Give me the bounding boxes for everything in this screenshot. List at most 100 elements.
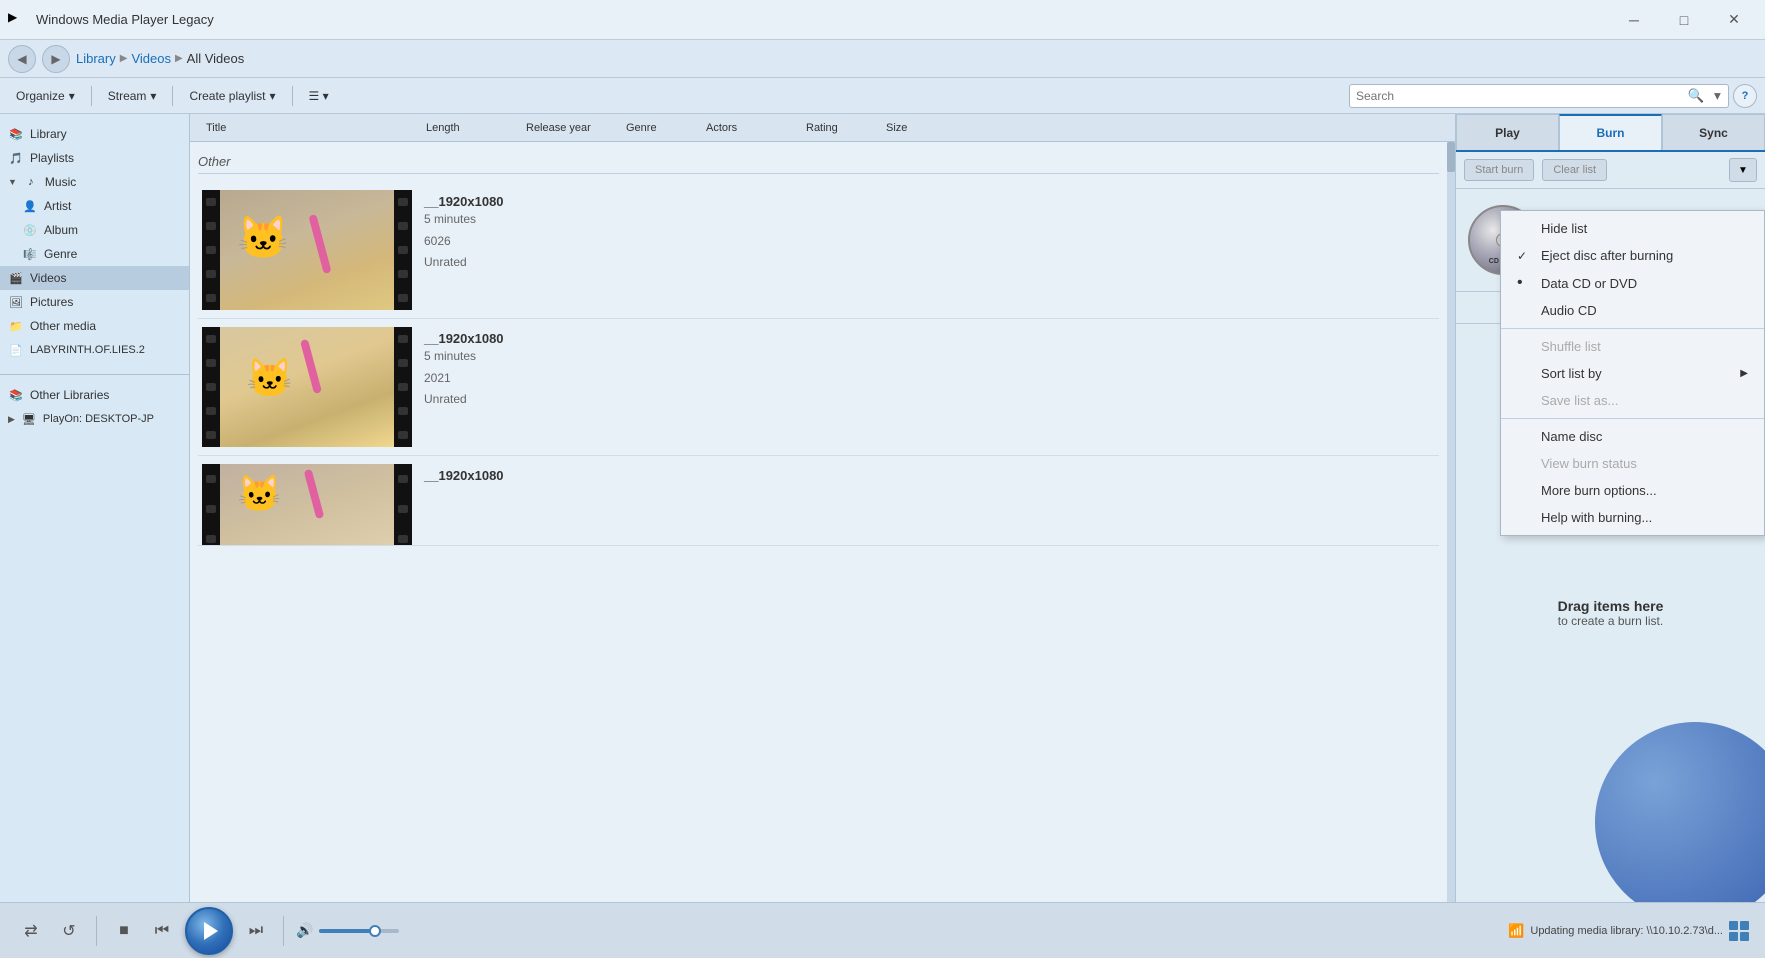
create-playlist-label: Create playlist (189, 89, 265, 103)
sidebar-item-other-media[interactable]: 📁 Other media (0, 314, 189, 338)
menu-item-sort[interactable]: Sort list by ▶ (1501, 360, 1764, 387)
organize-button[interactable]: Organize ▾ (8, 85, 83, 107)
grid-view-icon[interactable] (1729, 921, 1749, 941)
menu-item-hide-list[interactable]: Hide list (1501, 215, 1764, 242)
sidebar-item-artist[interactable]: 👤 Artist (0, 194, 189, 218)
back-button[interactable]: ◀ (8, 45, 36, 73)
start-burn-button[interactable]: Start burn (1464, 159, 1534, 181)
breadcrumb-sep-1: ▶ (120, 53, 128, 64)
title-bar-left: ▶ Windows Media Player Legacy (8, 10, 214, 30)
menu-item-name-disc[interactable]: Name disc (1501, 423, 1764, 450)
sidebar-item-music[interactable]: ▼ ♪ Music (0, 170, 189, 194)
view-options-button[interactable]: ☰ ▾ (301, 85, 337, 107)
menu-item-eject[interactable]: ✓ Eject disc after burning (1501, 242, 1764, 269)
menu-label-burn-status: View burn status (1541, 456, 1637, 471)
minimize-button[interactable]: ─ (1611, 4, 1657, 36)
menu-item-help-burning[interactable]: Help with burning... (1501, 504, 1764, 531)
help-button[interactable]: ? (1733, 84, 1757, 108)
col-header-title[interactable]: Title (198, 122, 418, 134)
col-header-genre[interactable]: Genre (618, 122, 698, 134)
sidebar-item-labyrinth[interactable]: 📄 LABYRINTH.OF.LIES.2 (0, 338, 189, 362)
sidebar-item-playon[interactable]: ▶ 🖥 PlayOn: DESKTOP-JP (0, 407, 189, 431)
menu-item-more-options[interactable]: More burn options... (1501, 477, 1764, 504)
film-strip-left-1 (202, 190, 220, 310)
menu-separator-2 (1501, 418, 1764, 419)
video-rating-1: Unrated (424, 252, 1435, 274)
grid-cell-4 (1740, 932, 1749, 941)
volume-knob[interactable] (369, 925, 381, 937)
close-button[interactable]: ✕ (1711, 4, 1757, 36)
content-scroll[interactable]: Other (190, 142, 1447, 902)
video-year-1: 6026 (424, 231, 1435, 253)
toolbar-sep-2 (172, 86, 173, 106)
col-header-year[interactable]: Release year (518, 122, 618, 134)
scrollbar[interactable] (1447, 142, 1455, 902)
clear-list-button[interactable]: Clear list (1542, 159, 1607, 181)
shuffle-button[interactable]: ⇄ (16, 916, 46, 946)
stream-button[interactable]: Stream ▾ (100, 85, 165, 107)
video-item-2[interactable]: 🐱 __1920x108 (198, 319, 1439, 456)
sidebar-label-pictures: Pictures (30, 295, 73, 309)
forward-button[interactable]: ▶ (42, 45, 70, 73)
menu-item-data-cd[interactable]: • Data CD or DVD (1501, 269, 1764, 297)
maximize-button[interactable]: □ (1661, 4, 1707, 36)
sidebar-item-pictures[interactable]: 🖼 Pictures (0, 290, 189, 314)
create-playlist-button[interactable]: Create playlist ▾ (181, 85, 283, 107)
film-hole (398, 270, 408, 278)
drag-text-main: Drag items here (1558, 598, 1664, 614)
sidebar-item-other-libraries[interactable]: 📚 Other Libraries (0, 383, 189, 407)
videos-icon: 🎬 (8, 270, 24, 286)
film-hole (398, 505, 408, 513)
film-hole (398, 246, 408, 254)
video-item-1[interactable]: 🐱 __1920x108 (198, 182, 1439, 319)
col-header-size[interactable]: Size (878, 122, 938, 134)
sidebar-label-playlists: Playlists (30, 151, 74, 165)
sidebar-item-album[interactable]: 💿 Album (0, 218, 189, 242)
sidebar-item-genre[interactable]: 🎼 Genre (0, 242, 189, 266)
search-button[interactable]: 🔍 (1686, 84, 1707, 108)
next-button[interactable]: ⏭ (241, 916, 271, 946)
tab-play[interactable]: Play (1456, 114, 1559, 150)
burn-dropdown-button[interactable]: ▼ (1729, 158, 1757, 182)
video-frame-2: 🐱 (220, 327, 394, 447)
repeat-button[interactable]: ↺ (54, 916, 84, 946)
breadcrumb-library[interactable]: Library (76, 51, 116, 66)
menu-label-shuffle: Shuffle list (1541, 339, 1601, 354)
player-sep-1 (96, 916, 97, 946)
col-header-length[interactable]: Length (418, 122, 518, 134)
status-text: Updating media library: \\10.10.2.73\d..… (1530, 925, 1723, 937)
video-year-2: 2021 (424, 368, 1435, 390)
film-hole (206, 505, 216, 513)
play-pause-button[interactable] (185, 907, 233, 955)
music-icon: ♪ (23, 174, 39, 190)
tab-sync[interactable]: Sync (1662, 114, 1765, 150)
prev-button[interactable]: ⏮ (147, 916, 177, 946)
tab-burn-label: Burn (1597, 126, 1625, 140)
toolbar-sep-3 (292, 86, 293, 106)
search-input[interactable] (1350, 89, 1686, 103)
video-rating-2: Unrated (424, 389, 1435, 411)
volume-slider[interactable] (319, 929, 399, 933)
col-header-rating[interactable]: Rating (798, 122, 878, 134)
film-hole (398, 335, 408, 343)
breadcrumb-videos[interactable]: Videos (131, 51, 171, 66)
tab-burn[interactable]: Burn (1559, 114, 1662, 150)
dropdown-menu: Hide list ✓ Eject disc after burning • D… (1500, 210, 1765, 536)
search-dropdown-button[interactable]: ▾ (1707, 84, 1728, 108)
sidebar-item-videos[interactable]: 🎬 Videos (0, 266, 189, 290)
video-item-3[interactable]: 🐱 __1920x1080 (198, 456, 1439, 546)
menu-item-audio-cd[interactable]: Audio CD (1501, 297, 1764, 324)
film-hole (206, 270, 216, 278)
video-duration-2: 5 minutes (424, 346, 1435, 368)
video-title-3: __1920x1080 (424, 468, 1435, 483)
col-header-actors[interactable]: Actors (698, 122, 798, 134)
sidebar-label-music: Music (45, 175, 76, 189)
sidebar-item-library[interactable]: 📚 Library (0, 122, 189, 146)
stop-button[interactable]: ■ (109, 916, 139, 946)
volume-icon: 🔊 (296, 922, 313, 939)
video-thumbnail-2: 🐱 (202, 327, 412, 447)
scrollbar-thumb[interactable] (1447, 142, 1455, 172)
burn-dropdown-icon: ▼ (1738, 165, 1748, 176)
sidebar-label-library: Library (30, 127, 67, 141)
sidebar-item-playlists[interactable]: 🎵 Playlists (0, 146, 189, 170)
